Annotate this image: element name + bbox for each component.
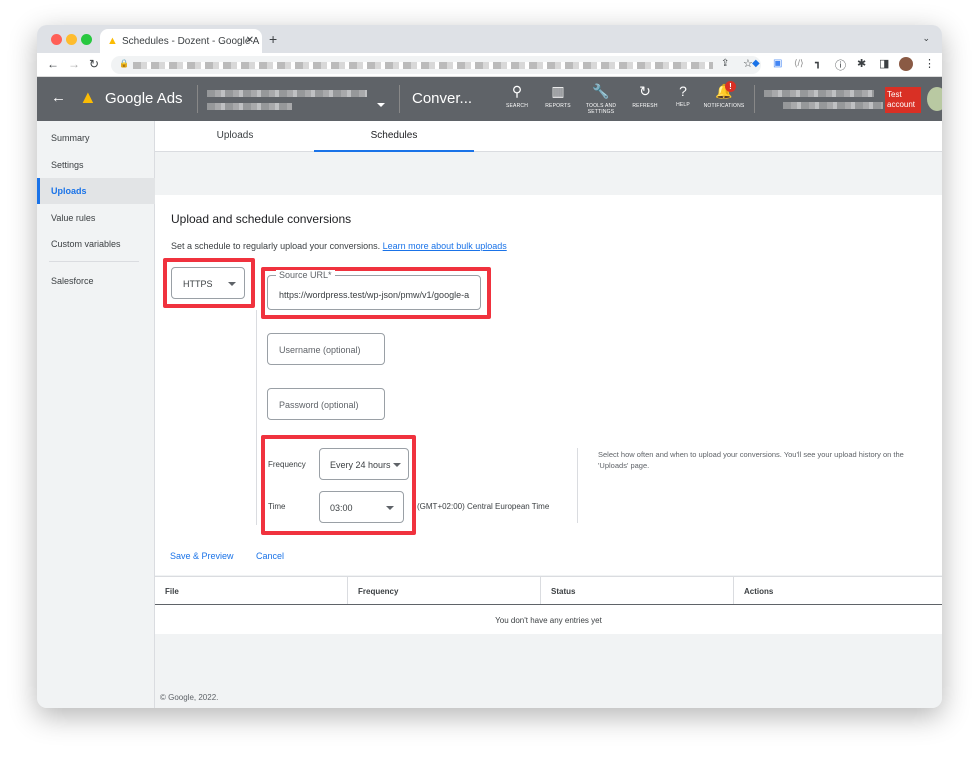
footer-copyright: © Google, 2022. bbox=[160, 693, 219, 702]
extension-icon[interactable]: ┓ bbox=[815, 58, 821, 69]
timezone-text: (GMT+02:00) Central European Time bbox=[417, 502, 550, 511]
dropdown-caret-icon bbox=[228, 282, 236, 286]
user-avatar[interactable] bbox=[927, 87, 942, 111]
google-ads-logo-icon: ▲ bbox=[79, 87, 97, 107]
search-button[interactable]: ⚲ SEARCH bbox=[495, 83, 539, 109]
extension-icon[interactable]: ⓘ bbox=[835, 57, 846, 73]
google-ads-header: ← ▲ Google Ads Conver... ⚲ SEARCH ▥ REPORT… bbox=[37, 77, 942, 121]
column-header-status[interactable]: Status bbox=[541, 577, 734, 604]
test-account-badge: Test account bbox=[885, 87, 921, 113]
extensions-puzzle-icon[interactable]: ✱ bbox=[857, 57, 866, 70]
tab-title: Schedules - Dozent - Google A bbox=[122, 36, 260, 47]
browser-window: ▲ Schedules - Dozent - Google A ✕ + ⌄ ← … bbox=[37, 25, 942, 708]
back-icon[interactable]: ← bbox=[47, 57, 59, 71]
column-header-actions[interactable]: Actions bbox=[734, 577, 942, 604]
tab-search-chevron-icon[interactable]: ⌄ bbox=[922, 33, 930, 44]
notifications-button[interactable]: 🔔 NOTIFICATIONS bbox=[700, 83, 748, 109]
dropdown-caret-icon bbox=[393, 463, 401, 467]
sidebar-item-value-rules[interactable]: Value rules bbox=[37, 205, 155, 231]
frequency-select[interactable]: Every 24 hours bbox=[319, 448, 409, 480]
sidebar-divider bbox=[49, 261, 139, 262]
maximize-window-button[interactable] bbox=[81, 34, 92, 45]
close-tab-icon[interactable]: ✕ bbox=[246, 35, 254, 46]
notifications-label: NOTIFICATIONS bbox=[703, 103, 745, 109]
sidebar-item-salesforce[interactable]: Salesforce bbox=[37, 268, 155, 294]
page-breadcrumb: Conver... bbox=[412, 90, 473, 107]
source-url-label: Source URL* bbox=[276, 270, 335, 281]
reports-button[interactable]: ▥ REPORTS bbox=[536, 83, 580, 109]
tab-schedules[interactable]: Schedules bbox=[314, 130, 474, 152]
schedules-table: File Frequency Status Actions You don't … bbox=[155, 576, 942, 634]
sidebar-item-settings[interactable]: Settings bbox=[37, 152, 155, 178]
sidebar-item-uploads[interactable]: Uploads bbox=[37, 178, 155, 204]
form-description: Set a schedule to regularly upload your … bbox=[171, 241, 381, 251]
help-icon: ? bbox=[679, 83, 687, 99]
password-input[interactable]: Password (optional) bbox=[267, 388, 385, 420]
reports-icon: ▥ bbox=[551, 83, 565, 99]
main-content: Uploads Schedules Upload and schedule co… bbox=[155, 121, 942, 708]
forward-icon[interactable]: → bbox=[68, 57, 80, 71]
source-type-value: HTTPS bbox=[183, 279, 213, 289]
side-panel-icon[interactable]: ◨ bbox=[879, 57, 889, 70]
dropdown-caret-icon bbox=[386, 506, 394, 510]
source-type-select[interactable]: HTTPS bbox=[171, 267, 245, 299]
help-label: HELP bbox=[676, 102, 690, 108]
browser-menu-icon[interactable]: ⋮ bbox=[924, 57, 935, 70]
save-preview-button[interactable]: Save & Preview bbox=[170, 551, 234, 561]
google-ads-favicon-icon: ▲ bbox=[107, 35, 118, 47]
minimize-window-button[interactable] bbox=[66, 34, 77, 45]
frequency-help-text: Select how often and when to upload your… bbox=[598, 450, 904, 470]
empty-table-message: You don't have any entries yet bbox=[495, 616, 602, 625]
sidebar: Summary Settings Uploads Value rules Cus… bbox=[37, 121, 155, 708]
extension-icon[interactable]: ▣ bbox=[773, 58, 782, 69]
account-selector[interactable] bbox=[207, 90, 367, 97]
lock-icon: 🔒 bbox=[119, 59, 129, 68]
time-label: Time bbox=[268, 502, 286, 511]
tab-bar: ▲ Schedules - Dozent - Google A ✕ + ⌄ bbox=[37, 25, 942, 53]
bell-icon: 🔔 bbox=[715, 83, 733, 99]
product-name: Google Ads bbox=[105, 90, 183, 107]
share-icon[interactable]: ⇪ bbox=[721, 58, 729, 69]
frequency-value: Every 24 hours bbox=[330, 460, 391, 470]
address-bar-row: ← → ↻ 🔒 ⇪ ☆ ◆ ▣ ⟨/⟩ ┓ ⓘ ✱ ◨ ⋮ bbox=[37, 53, 942, 77]
back-arrow-icon[interactable]: ← bbox=[51, 89, 66, 106]
help-button[interactable]: ? HELP bbox=[661, 83, 705, 108]
url-input[interactable]: 🔒 ⇪ ☆ bbox=[111, 56, 761, 74]
schedule-form: Upload and schedule conversions Set a sc… bbox=[155, 195, 942, 575]
tab-uploads[interactable]: Uploads bbox=[155, 130, 315, 141]
wrench-icon: 🔧 bbox=[592, 83, 610, 99]
cancel-button[interactable]: Cancel bbox=[256, 551, 284, 561]
time-select[interactable]: 03:00 bbox=[319, 491, 404, 523]
browser-tab[interactable]: ▲ Schedules - Dozent - Google A ✕ bbox=[100, 29, 262, 53]
reports-label: REPORTS bbox=[545, 103, 571, 109]
profile-avatar[interactable] bbox=[899, 57, 913, 71]
time-value: 03:00 bbox=[330, 503, 353, 513]
sidebar-item-custom-variables[interactable]: Custom variables bbox=[37, 231, 155, 257]
frequency-label: Frequency bbox=[268, 460, 306, 469]
tools-button[interactable]: 🔧 TOOLS AND SETTINGS bbox=[579, 83, 623, 115]
username-input[interactable]: Username (optional) bbox=[267, 333, 385, 365]
column-header-frequency[interactable]: Frequency bbox=[348, 577, 541, 604]
learn-more-link[interactable]: Learn more about bulk uploads bbox=[383, 241, 507, 251]
source-url-value: https://wordpress.test/wp-json/pmw/v1/go… bbox=[279, 290, 470, 300]
reload-icon[interactable]: ↻ bbox=[89, 57, 99, 71]
search-icon: ⚲ bbox=[511, 83, 523, 99]
sidebar-item-summary[interactable]: Summary bbox=[37, 125, 155, 151]
tab-strip: Uploads Schedules bbox=[155, 121, 942, 152]
search-label: SEARCH bbox=[505, 103, 529, 109]
form-title: Upload and schedule conversions bbox=[171, 212, 352, 226]
close-window-button[interactable] bbox=[51, 34, 62, 45]
column-header-file[interactable]: File bbox=[155, 577, 348, 604]
new-tab-button[interactable]: + bbox=[269, 31, 277, 47]
extension-icon[interactable]: ⟨/⟩ bbox=[794, 58, 804, 69]
source-url-input[interactable]: Source URL* https://wordpress.test/wp-js… bbox=[267, 270, 481, 310]
tools-label: TOOLS AND SETTINGS bbox=[585, 103, 617, 115]
extension-icon[interactable]: ◆ bbox=[752, 58, 760, 69]
notification-badge: ! bbox=[725, 81, 736, 92]
